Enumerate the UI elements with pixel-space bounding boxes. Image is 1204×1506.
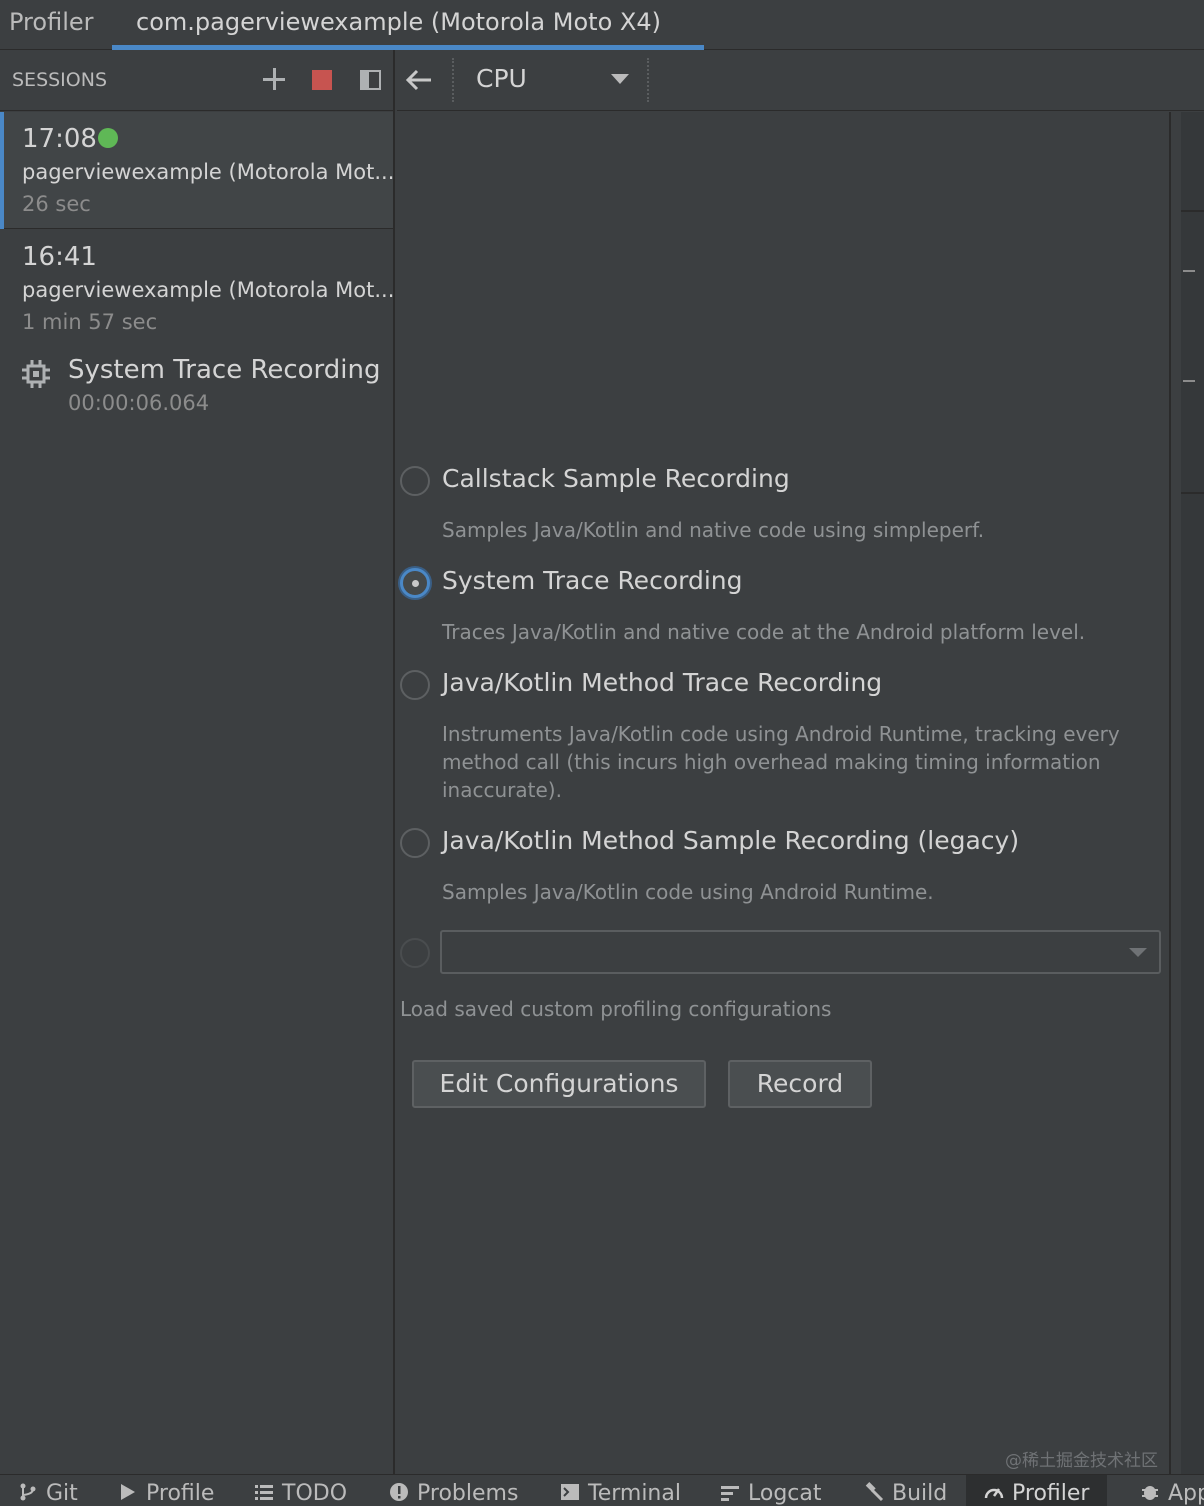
option-description: Traces Java/Kotlin and native code at th… <box>442 620 1086 644</box>
bottom-tool-bar: Git Profile TODO Problems Terminal Logca… <box>0 1474 1204 1506</box>
trace-name: System Trace Recording <box>68 355 381 385</box>
tool-app-inspection[interactable]: App <box>1140 1481 1204 1506</box>
chevron-down-icon[interactable] <box>611 74 629 84</box>
custom-config-dropdown[interactable] <box>440 930 1161 974</box>
toolbar-separator <box>647 58 649 102</box>
bug-icon <box>1142 1486 1158 1500</box>
tool-profile[interactable]: Profile <box>118 1481 214 1506</box>
play-icon <box>121 1484 135 1500</box>
divider <box>1181 492 1204 494</box>
tool-build[interactable]: Build <box>864 1481 947 1506</box>
hammer-icon <box>865 1482 884 1502</box>
tool-todo[interactable]: TODO <box>254 1481 347 1506</box>
tool-label: Build <box>892 1481 948 1506</box>
back-arrow-icon[interactable] <box>405 66 433 94</box>
tool-problems[interactable]: Problems <box>389 1481 518 1506</box>
divider <box>1181 210 1204 212</box>
trace-elapsed: 00:00:06.064 <box>68 391 210 415</box>
option-title: Callstack Sample Recording <box>442 464 790 493</box>
trace-artifact-item[interactable]: System Trace Recording 00:00:06.064 <box>0 345 393 425</box>
warning-icon <box>390 1483 408 1501</box>
git-branch-icon <box>20 1483 36 1501</box>
tool-label: App <box>1168 1481 1204 1506</box>
sessions-panel: SESSIONS 17:08 pagerviewexample (Motorol… <box>0 50 395 1474</box>
option-description: Samples Java/Kotlin code using Android R… <box>442 880 934 904</box>
watermark: @稀土掘金技术社区 <box>1005 1451 1158 1471</box>
option-title: Java/Kotlin Method Sample Recording (leg… <box>442 826 1020 855</box>
axis-tick <box>1183 270 1195 272</box>
radio-button-selected[interactable] <box>400 568 430 598</box>
session-time: 17:08 <box>22 124 97 154</box>
add-session-icon[interactable] <box>262 67 286 91</box>
radio-button[interactable] <box>400 828 430 858</box>
axis-tick <box>1183 380 1195 382</box>
profiler-toolbar: CPU <box>397 50 1204 111</box>
session-name: pagerviewexample (Motorola Mot... <box>22 160 395 184</box>
tool-git[interactable]: Git <box>18 1481 78 1506</box>
custom-config-hint: Load saved custom profiling configuratio… <box>400 997 832 1021</box>
option-title: System Trace Recording <box>442 566 743 595</box>
session-item[interactable]: 17:08 pagerviewexample (Motorola Mot... … <box>0 112 395 229</box>
sessions-label: SESSIONS <box>12 69 108 91</box>
live-status-dot <box>98 128 118 148</box>
toolbar-separator <box>452 58 454 102</box>
stop-session-icon[interactable] <box>312 70 332 90</box>
edit-configurations-button[interactable]: Edit Configurations <box>412 1060 706 1108</box>
tool-label: Profiler <box>1012 1481 1090 1506</box>
selected-session-indicator <box>0 112 4 229</box>
tool-label: Git <box>46 1481 78 1506</box>
logcat-icon <box>721 1486 739 1501</box>
profiler-select[interactable]: CPU <box>476 64 527 93</box>
cpu-trace-icon <box>22 360 50 388</box>
radio-button[interactable] <box>400 466 430 496</box>
custom-config-radio[interactable] <box>400 938 430 968</box>
tool-logcat[interactable]: Logcat <box>720 1481 822 1506</box>
profiler-gauge-icon <box>984 1488 1004 1499</box>
scroll-track <box>1181 112 1204 1474</box>
tool-label: Problems <box>417 1481 519 1506</box>
right-scroll-strip[interactable] <box>1169 112 1204 1474</box>
recording-config-panel: Callstack Sample Recording Samples Java/… <box>397 112 1169 1474</box>
tool-profiler[interactable]: Profiler <box>966 1475 1108 1506</box>
tool-label: TODO <box>282 1481 348 1506</box>
sessions-header: SESSIONS <box>0 50 393 111</box>
tool-window-title-bar: Profiler com.pagerviewexample (Motorola … <box>0 0 1204 50</box>
tool-label: Terminal <box>588 1481 681 1506</box>
session-duration: 1 min 57 sec <box>22 310 158 334</box>
tool-window-title: Profiler <box>9 8 94 36</box>
session-time: 16:41 <box>22 242 97 272</box>
option-description: Samples Java/Kotlin and native code usin… <box>442 518 985 542</box>
tool-label: Logcat <box>748 1481 822 1506</box>
session-item[interactable]: 16:41 pagerviewexample (Motorola Mot... … <box>0 230 395 342</box>
session-duration: 26 sec <box>22 192 91 216</box>
process-tab-label: com.pagerviewexample (Motorola Moto X4) <box>136 8 661 36</box>
record-button[interactable]: Record <box>728 1060 872 1108</box>
option-title: Java/Kotlin Method Trace Recording <box>442 668 883 697</box>
list-icon <box>255 1485 273 1500</box>
collapse-panel-icon[interactable] <box>360 70 381 90</box>
option-description: Instruments Java/Kotlin code using Andro… <box>442 722 1120 802</box>
tool-label: Profile <box>146 1481 215 1506</box>
session-name: pagerviewexample (Motorola Mot... <box>22 278 395 302</box>
terminal-icon <box>561 1484 579 1500</box>
process-tab[interactable]: com.pagerviewexample (Motorola Moto X4) <box>112 0 704 50</box>
chevron-down-icon[interactable] <box>1129 948 1147 957</box>
radio-button[interactable] <box>400 670 430 700</box>
tool-terminal[interactable]: Terminal <box>560 1481 681 1506</box>
